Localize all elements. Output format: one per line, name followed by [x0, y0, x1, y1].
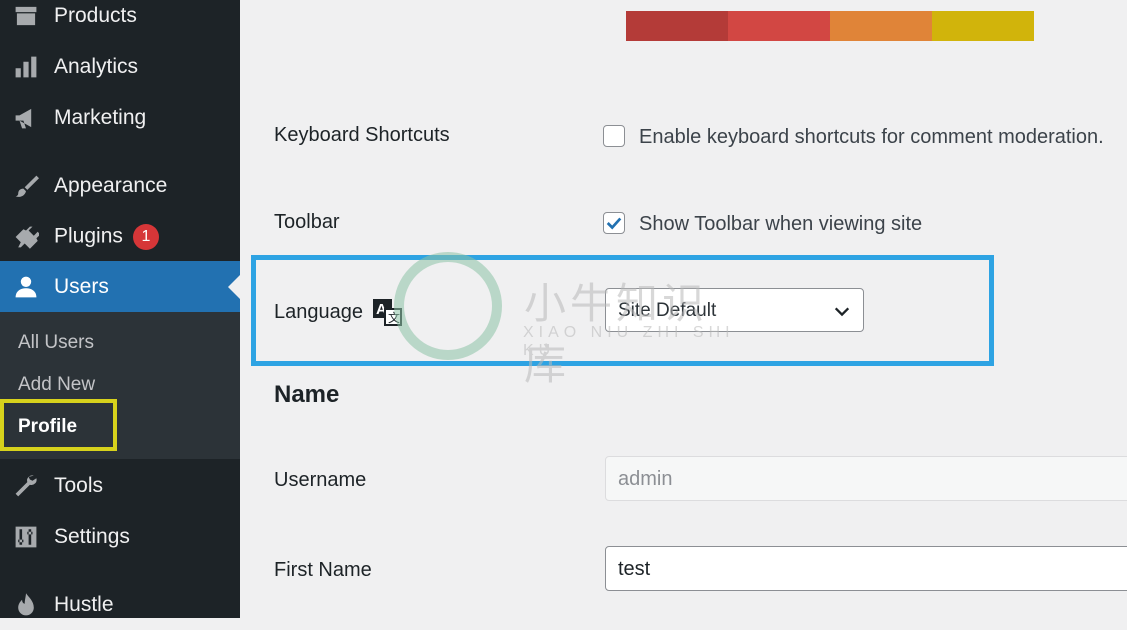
sidebar-item-label: Plugins [54, 224, 123, 248]
sidebar-item-products[interactable]: Products [0, 0, 240, 41]
checkmark-icon [606, 217, 622, 230]
watermark-logo: 小牛知识库 XIAO NIU ZHI SHI KU [390, 252, 735, 388]
sidebar-item-settings[interactable]: Settings [0, 511, 240, 562]
megaphone-icon [12, 104, 40, 132]
user-icon [12, 273, 40, 301]
sidebar-item-plugins[interactable]: Plugins 1 [0, 211, 240, 262]
watermark-circle [394, 252, 502, 360]
wrench-icon [12, 472, 40, 500]
sidebar-item-tools[interactable]: Tools [0, 460, 240, 511]
keyboard-shortcuts-label: Keyboard Shortcuts [274, 124, 450, 146]
sidebar-item-label-wrap: Plugins 1 [54, 223, 159, 250]
watermark-text-en: XIAO NIU ZHI SHI KU [523, 324, 735, 359]
sidebar-item-label: Hustle [54, 592, 114, 616]
sidebar-item-label: Appearance [54, 173, 168, 197]
first-name-field[interactable]: test [605, 546, 1127, 591]
sidebar-item-label: Analytics [54, 54, 139, 78]
sidebar-item-analytics[interactable]: Analytics [0, 41, 240, 92]
update-count-badge: 1 [132, 223, 159, 250]
color-swatch [728, 11, 830, 41]
sidebar-item-label: Tools [54, 473, 104, 497]
color-swatch [626, 11, 728, 41]
sliders-icon [12, 523, 40, 551]
sidebar-item-label: Settings [54, 524, 130, 548]
sidebar-item-hustle[interactable]: Hustle [0, 579, 240, 630]
color-swatch [830, 11, 932, 41]
username-field: admin [605, 456, 1127, 501]
keyboard-shortcuts-checkbox[interactable] [603, 125, 625, 147]
sidebar-item-users[interactable]: Users [0, 261, 240, 312]
sidebar-item-label: Marketing [54, 105, 147, 129]
bar-chart-icon [12, 53, 40, 81]
profile-highlight-box [0, 399, 117, 451]
username-value: admin [618, 468, 673, 490]
toolbar-label: Toolbar [274, 211, 340, 233]
first-name-label: First Name [274, 559, 372, 581]
admin-sidebar: Products Analytics Marketing Appearance … [0, 0, 240, 618]
color-swatch [932, 11, 1034, 41]
sidebar-item-appearance[interactable]: Appearance [0, 160, 240, 211]
keyboard-shortcuts-text[interactable]: Enable keyboard shortcuts for comment mo… [639, 126, 1104, 149]
color-scheme-preview[interactable] [626, 11, 1034, 41]
username-label: Username [274, 469, 367, 491]
toolbar-checkbox[interactable] [603, 212, 625, 234]
name-section-title: Name [274, 381, 340, 408]
paintbrush-icon [12, 172, 40, 200]
sidebar-item-label: Users [54, 274, 109, 298]
first-name-value: test [618, 558, 651, 580]
submenu-item-add-new[interactable]: Add New [18, 374, 95, 396]
submenu-item-all-users[interactable]: All Users [18, 332, 94, 354]
sidebar-item-marketing[interactable]: Marketing [0, 92, 240, 143]
toolbar-text[interactable]: Show Toolbar when viewing site [639, 213, 922, 236]
plug-icon [12, 223, 40, 251]
sidebar-item-label: Products [54, 3, 137, 27]
archive-icon [12, 2, 40, 30]
hustle-icon [12, 591, 40, 619]
